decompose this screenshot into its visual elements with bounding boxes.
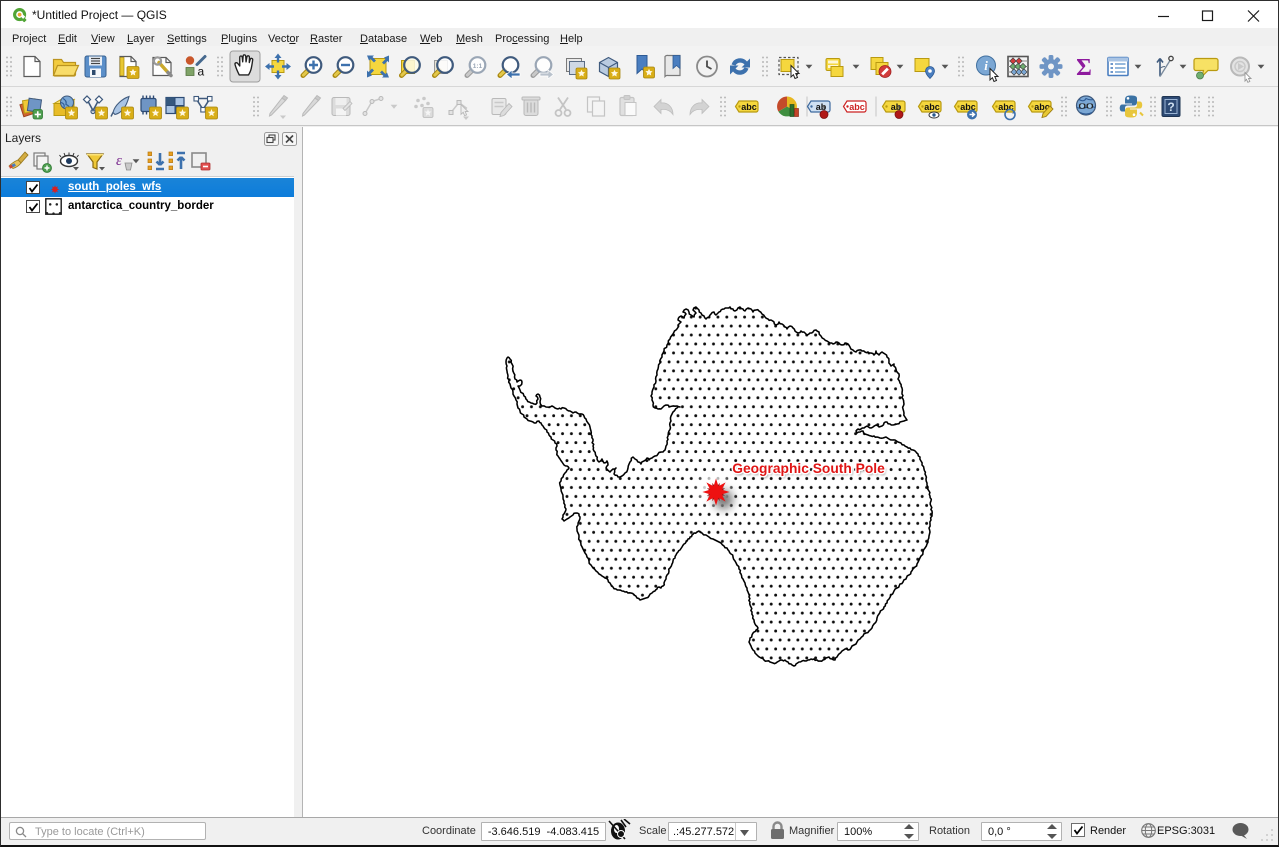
svg-text:Geographic South Pole: Geographic South Pole: [732, 461, 885, 476]
svg-text:abc: abc: [849, 102, 865, 112]
svg-text:Σ: Σ: [1076, 55, 1092, 81]
svg-text:1:1: 1:1: [473, 63, 483, 70]
svg-text:ε: ε: [116, 153, 122, 169]
svg-text:abc: abc: [924, 102, 940, 112]
svg-text:i: i: [984, 58, 988, 73]
svg-text:?: ?: [1167, 100, 1174, 114]
svg-text:a: a: [198, 65, 205, 79]
svg-text:abc: abc: [741, 102, 757, 112]
